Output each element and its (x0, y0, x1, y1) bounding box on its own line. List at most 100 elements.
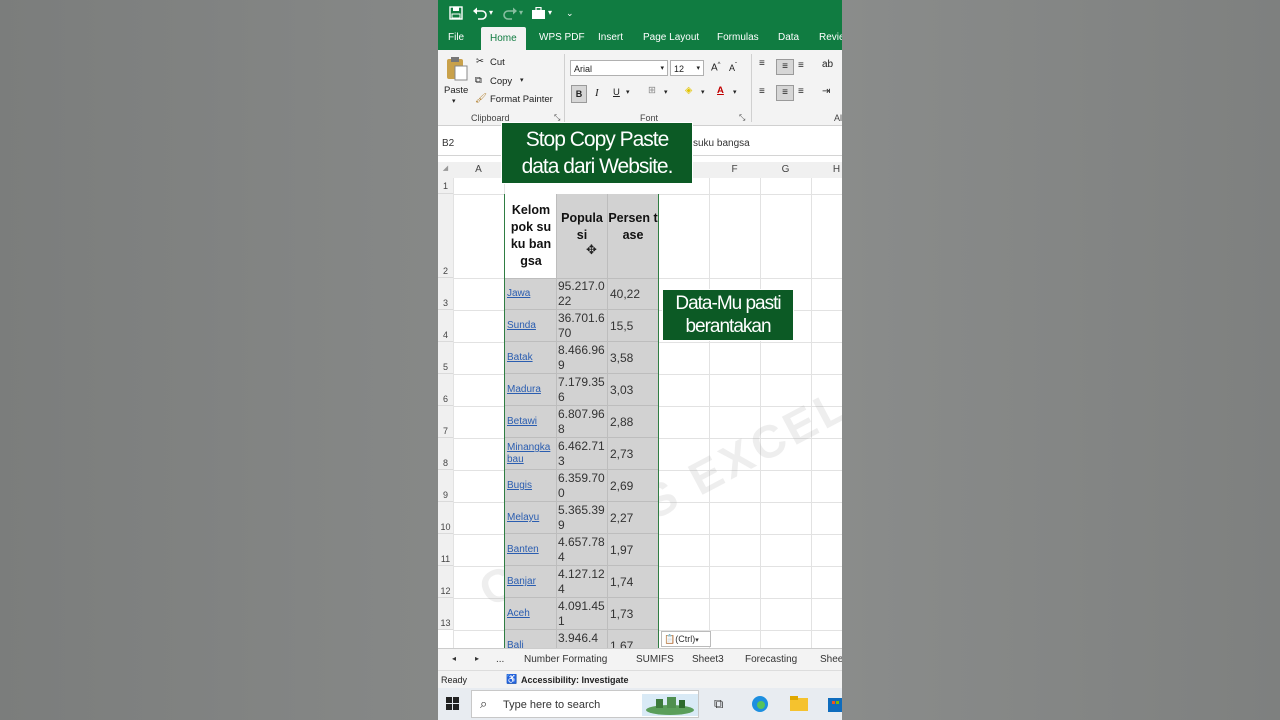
sheet-tab-sheet3[interactable]: Sheet3 (692, 654, 724, 665)
borders-dropdown-icon[interactable]: ▾ (664, 88, 668, 96)
tab-home[interactable]: Home (481, 27, 526, 50)
ethnic-group-link[interactable]: Madura (507, 384, 555, 396)
decrease-font-icon[interactable]: Aˇ (729, 63, 737, 73)
tab-page-layout[interactable]: Page Layout (643, 32, 699, 43)
copy-button[interactable]: Copy (490, 76, 512, 87)
name-box[interactable]: B2 (442, 138, 454, 149)
next-sheet-icon[interactable]: ▸ (475, 654, 479, 663)
bold-button[interactable]: B (571, 85, 587, 103)
paste-icon[interactable] (445, 56, 469, 82)
table-row[interactable]: Melayu 5.365.399 2,27 (505, 502, 658, 534)
row-header[interactable]: 13 (438, 598, 453, 630)
row-header[interactable]: 4 (438, 310, 453, 342)
align-middle-icon[interactable]: ≡ (776, 59, 794, 75)
table-row[interactable]: Minangkabau 6.462.713 2,73 (505, 438, 658, 470)
ethnic-group-link[interactable]: Banjar (507, 576, 555, 588)
paste-options-button[interactable]: 📋(Ctrl)▾ (661, 631, 711, 647)
fill-color-dropdown-icon[interactable]: ▾ (701, 88, 705, 96)
worksheet-grid[interactable]: 1 2 3 4 5 6 7 8 9 10 11 12 13 CAKRAS EXC… (438, 178, 842, 662)
windows-start-icon[interactable] (446, 697, 459, 710)
ethnic-group-link[interactable]: Betawi (507, 416, 555, 428)
tab-wps-pdf[interactable]: WPS PDF (539, 32, 585, 43)
sheet-tab-forecasting[interactable]: Forecasting (745, 654, 797, 665)
font-size-box[interactable]: 12 ▾ (670, 60, 704, 76)
table-row[interactable]: Bugis 6.359.700 2,69 (505, 470, 658, 502)
select-all-corner[interactable]: ◢ (438, 164, 453, 172)
font-launcher-icon[interactable]: ⤡ (739, 113, 745, 123)
ethnic-group-link[interactable]: Batak (507, 352, 555, 364)
paste-label[interactable]: Paste (444, 85, 468, 96)
tab-insert[interactable]: Insert (598, 32, 623, 43)
sheet-tab-shee[interactable]: Shee (820, 654, 842, 665)
tab-file[interactable]: File (448, 32, 464, 43)
cut-button[interactable]: Cut (490, 57, 505, 68)
ethnic-group-link[interactable]: Bugis (507, 480, 555, 492)
increase-font-icon[interactable]: A^ (711, 62, 721, 73)
store-icon[interactable] (828, 695, 842, 712)
orientation-icon[interactable]: ab (822, 59, 833, 70)
table-row[interactable]: Betawi 6.807.968 2,88 (505, 406, 658, 438)
align-top-icon[interactable]: ≡ (759, 58, 765, 69)
ethnic-group-link[interactable]: Sunda (507, 320, 555, 332)
ethnic-group-link[interactable]: Aceh (507, 608, 555, 620)
tab-data[interactable]: Data (778, 32, 799, 43)
underline-button[interactable]: U (613, 87, 620, 98)
accessibility-status[interactable]: Accessibility: Investigate (521, 675, 629, 685)
borders-icon[interactable]: ⊞ (648, 85, 656, 96)
edge-icon[interactable] (751, 695, 769, 713)
column-header-h[interactable]: H (811, 164, 842, 175)
column-header-g[interactable]: G (760, 164, 811, 175)
ethnic-group-link[interactable]: Melayu (507, 512, 555, 524)
row-header[interactable]: 10 (438, 502, 453, 534)
pasted-table[interactable]: Kelom pok suku bangsa Popula si Persen t… (504, 194, 659, 662)
undo-icon[interactable] (472, 6, 488, 20)
row-header[interactable]: 11 (438, 534, 453, 566)
indent-icon[interactable]: ⇥ (822, 86, 830, 97)
prev-sheet-icon[interactable]: ◂ (452, 654, 456, 663)
copy-icon[interactable]: ⧉ (475, 75, 482, 86)
align-right-icon[interactable]: ≡ (798, 86, 804, 97)
font-color-dropdown-icon[interactable]: ▾ (733, 88, 737, 96)
taskbar-search-box[interactable]: ⌕ Type here to search (471, 690, 699, 718)
align-center-icon[interactable]: ≡ (776, 85, 794, 101)
format-painter-button[interactable]: Format Painter (490, 94, 553, 105)
underline-dropdown-icon[interactable]: ▾ (626, 88, 630, 96)
column-header-a[interactable]: A (453, 164, 504, 175)
task-view-icon[interactable]: ⧉ (714, 696, 723, 712)
file-explorer-icon[interactable] (790, 696, 808, 711)
row-header[interactable]: 9 (438, 470, 453, 502)
italic-button[interactable]: I (595, 87, 599, 99)
column-header-f[interactable]: F (709, 164, 760, 175)
table-row[interactable]: Banjar 4.127.124 1,74 (505, 566, 658, 598)
row-header[interactable]: 6 (438, 374, 453, 406)
row-header[interactable]: 3 (438, 278, 453, 310)
table-row[interactable]: Batak 8.466.969 3,58 (505, 342, 658, 374)
table-row[interactable]: Jawa 95.217.022 40,22 (505, 278, 658, 310)
font-name-box[interactable]: Arial ▾ (570, 60, 668, 76)
formula-input[interactable]: suku bangsa (693, 138, 750, 149)
align-bottom-icon[interactable]: ≡ (798, 60, 804, 71)
table-row[interactable]: Banten 4.657.784 1,97 (505, 534, 658, 566)
row-header[interactable]: 5 (438, 342, 453, 374)
table-row[interactable]: Sunda 36.701.670 15,5 (505, 310, 658, 342)
ethnic-group-link[interactable]: Minangkabau (507, 442, 555, 466)
copy-dropdown-icon[interactable]: ▾ (520, 76, 524, 84)
briefcase-icon[interactable] (531, 7, 546, 20)
tab-formulas[interactable]: Formulas (717, 32, 759, 43)
row-header[interactable]: 12 (438, 566, 453, 598)
paste-dropdown-icon[interactable]: ▾ (452, 97, 456, 105)
sheet-tab-number-formating[interactable]: Number Formating (524, 654, 607, 665)
customize-qat-icon[interactable]: ⌄ (566, 4, 574, 22)
table-row[interactable]: Madura 7.179.356 3,03 (505, 374, 658, 406)
format-painter-icon[interactable]: 🖌 (475, 93, 487, 104)
ethnic-group-link[interactable]: Jawa (507, 288, 555, 300)
row-header[interactable]: 2 (438, 194, 453, 278)
font-color-icon[interactable]: A (717, 85, 724, 96)
more-sheets-button[interactable]: ... (496, 654, 504, 665)
row-header[interactable]: 8 (438, 438, 453, 470)
fill-color-icon[interactable]: ◈ (685, 85, 692, 96)
table-row[interactable]: Aceh 4.091.451 1,73 (505, 598, 658, 630)
undo-dropdown-icon[interactable]: ▾ (489, 4, 493, 22)
tab-review[interactable]: Revie (819, 32, 842, 43)
cut-icon[interactable]: ✂ (476, 56, 484, 67)
